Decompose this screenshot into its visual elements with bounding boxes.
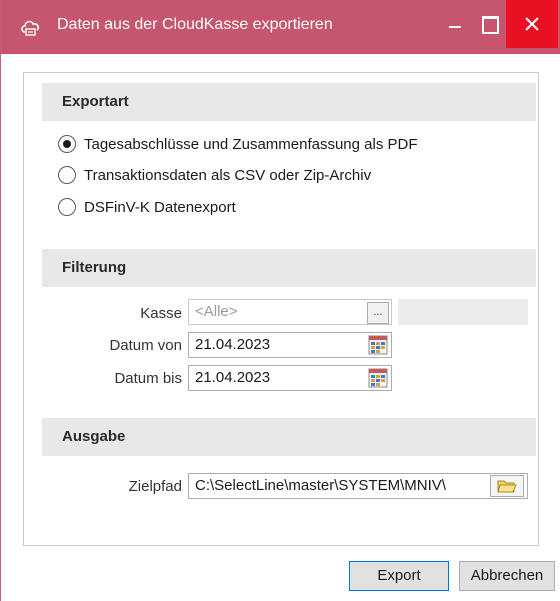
section-header-filterung: Filterung — [42, 249, 536, 287]
close-icon — [525, 17, 539, 31]
zielpfad-field[interactable]: C:\SelectLine\master\SYSTEM\MNIV\ — [188, 473, 528, 499]
folder-browse-button[interactable] — [490, 475, 524, 497]
folder-icon — [497, 480, 517, 493]
radio-indicator-pdf[interactable] — [58, 135, 76, 153]
kasse-browse-button[interactable]: ... — [367, 302, 389, 324]
window-title: Daten aus der CloudKasse exportieren — [57, 16, 333, 33]
cancel-button[interactable]: Abbrechen — [459, 561, 555, 591]
radio-dsfinvk[interactable]: DSFinV-K Datenexport — [58, 198, 236, 216]
radio-label-csv: Transaktionsdaten als CSV oder Zip-Archi… — [84, 166, 372, 184]
zielpfad-label: Zielpfad — [128, 478, 182, 495]
radio-indicator-dsfinvk[interactable] — [58, 198, 76, 216]
radio-label-pdf: Tagesabschlüsse und Zusammenfassung als … — [84, 135, 418, 153]
section-title-filterung: Filterung — [62, 259, 127, 276]
section-header-ausgabe: Ausgabe — [42, 418, 536, 456]
datum-bis-field[interactable]: 21.04.2023 — [188, 365, 392, 391]
radio-indicator-csv[interactable] — [58, 166, 76, 184]
datum-bis-label: Datum bis — [114, 370, 182, 387]
datum-von-label: Datum von — [109, 337, 182, 354]
section-title-ausgabe: Ausgabe — [62, 428, 126, 445]
export-dialog-window: Daten aus der CloudKasse exportieren Exp… — [0, 0, 560, 601]
radio-label-dsfinvk: DSFinV-K Datenexport — [84, 198, 236, 216]
maximize-button[interactable] — [475, 8, 503, 42]
kasse-name-display — [398, 299, 528, 325]
cloud-register-icon — [21, 20, 40, 36]
close-button[interactable] — [506, 0, 558, 48]
calendar-icon[interactable] — [368, 368, 388, 388]
kasse-field[interactable]: <Alle> — [188, 299, 392, 325]
title-bar[interactable]: Daten aus der CloudKasse exportieren — [1, 0, 560, 54]
radio-csv[interactable]: Transaktionsdaten als CSV oder Zip-Archi… — [58, 166, 371, 184]
kasse-label: Kasse — [140, 305, 182, 322]
dialog-content: Exportart Tagesabschlüsse und Zusammenfa… — [23, 72, 539, 546]
section-header-exportart: Exportart — [42, 83, 536, 121]
radio-pdf[interactable]: Tagesabschlüsse und Zusammenfassung als … — [58, 135, 418, 153]
export-button[interactable]: Export — [349, 561, 449, 591]
minimize-button[interactable] — [441, 8, 469, 42]
datum-von-field[interactable]: 21.04.2023 — [188, 332, 392, 358]
section-title-exportart: Exportart — [62, 93, 129, 110]
calendar-icon[interactable] — [368, 335, 388, 355]
